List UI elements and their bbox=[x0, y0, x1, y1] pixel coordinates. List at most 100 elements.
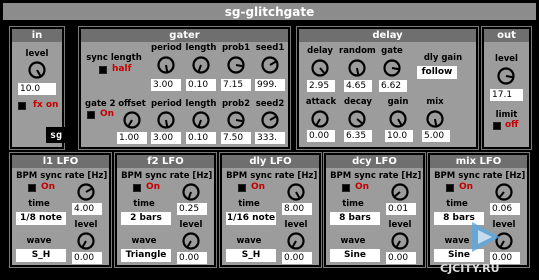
limit-checkbox[interactable] bbox=[493, 122, 501, 130]
rate-value[interactable]: 0.25 bbox=[177, 203, 207, 215]
knob-dial-icon bbox=[157, 56, 175, 74]
bpm-sync-checkbox[interactable] bbox=[238, 184, 246, 192]
level-label: level bbox=[179, 220, 203, 230]
time-select[interactable]: 1/16 note bbox=[226, 212, 276, 225]
bpm-sync-checkbox[interactable] bbox=[446, 184, 454, 192]
bpm-sync-label: BPM sync bbox=[434, 171, 480, 181]
rate-knob[interactable] bbox=[391, 183, 409, 201]
in-level-label: level bbox=[25, 49, 49, 59]
decay-knob[interactable] bbox=[348, 110, 366, 128]
knob-dial-icon bbox=[192, 56, 210, 74]
random-knob[interactable] bbox=[348, 59, 366, 77]
random-value[interactable]: 4.65 bbox=[344, 80, 372, 92]
gate-value[interactable]: 6.62 bbox=[379, 80, 407, 92]
bpm-sync-checkbox[interactable] bbox=[133, 184, 141, 192]
period-label: period bbox=[151, 43, 182, 53]
out-level-knob[interactable] bbox=[497, 67, 515, 85]
sync-length-checkbox[interactable] bbox=[99, 66, 107, 74]
time-select[interactable]: 2 bars bbox=[121, 212, 171, 225]
lfo-title: dly LFO bbox=[222, 155, 319, 168]
gate2-checkbox[interactable] bbox=[87, 111, 95, 119]
offset-value[interactable]: 1.00 bbox=[117, 132, 147, 144]
period2-value[interactable]: 3.00 bbox=[151, 132, 181, 144]
gate-label: gate bbox=[381, 46, 403, 56]
offset-knob[interactable] bbox=[123, 111, 141, 129]
length-value[interactable]: 0.10 bbox=[186, 79, 216, 91]
plugin-window: sg-glitchgate in level 10.0 fx on sg gat… bbox=[0, 0, 539, 280]
rate-knob[interactable] bbox=[287, 183, 305, 201]
attack-knob[interactable] bbox=[311, 110, 329, 128]
seed2-value[interactable]: 333. bbox=[255, 132, 285, 144]
length-knob[interactable] bbox=[192, 56, 210, 74]
random-label: random bbox=[339, 46, 376, 56]
level-knob[interactable] bbox=[182, 232, 200, 250]
out-panel: out level 17.1 limit off bbox=[481, 26, 532, 150]
level-value[interactable]: 0.00 bbox=[72, 252, 102, 264]
level-knob[interactable] bbox=[287, 232, 305, 250]
rate-value[interactable]: 0.06 bbox=[490, 203, 520, 215]
attack-label: attack bbox=[305, 97, 337, 107]
wave-select[interactable]: S_H bbox=[16, 249, 66, 262]
seed1-knob[interactable] bbox=[261, 56, 279, 74]
knob-dial-icon bbox=[28, 61, 46, 79]
out-level-value[interactable]: 17.1 bbox=[490, 89, 523, 101]
level-knob[interactable] bbox=[391, 232, 409, 250]
gater-panel-title: gater bbox=[81, 29, 288, 42]
time-label: time bbox=[238, 199, 260, 209]
seed2-knob[interactable] bbox=[261, 111, 279, 129]
time-label: time bbox=[28, 199, 50, 209]
level-knob[interactable] bbox=[77, 232, 95, 250]
level-value[interactable]: 0.00 bbox=[177, 252, 207, 264]
rate-value[interactable]: 0.01 bbox=[386, 203, 416, 215]
length2-value[interactable]: 0.10 bbox=[186, 132, 216, 144]
dly-gain-select[interactable]: follow bbox=[417, 66, 457, 79]
seed1-label: seed1 bbox=[255, 43, 285, 53]
knob-dial-icon bbox=[391, 183, 409, 201]
prob1-value[interactable]: 7.15 bbox=[221, 79, 251, 91]
rate-knob[interactable] bbox=[495, 183, 513, 201]
level-value[interactable]: 0.00 bbox=[386, 252, 416, 264]
rate-label: rate [Hz] bbox=[378, 171, 422, 181]
delay-knob[interactable] bbox=[311, 59, 329, 77]
delay-value[interactable]: 2.95 bbox=[307, 80, 335, 92]
bpm-sync-state: On bbox=[146, 182, 161, 192]
in-level-value[interactable]: 10.0 bbox=[18, 83, 56, 95]
bpm-sync-checkbox[interactable] bbox=[342, 184, 350, 192]
in-level-knob[interactable] bbox=[28, 61, 46, 79]
rate-value[interactable]: 4.00 bbox=[72, 203, 102, 215]
time-select[interactable]: 1/8 note bbox=[16, 212, 66, 225]
prob2-knob[interactable] bbox=[227, 111, 245, 129]
wave-select[interactable]: S_H bbox=[226, 249, 276, 262]
wave-label: wave bbox=[236, 236, 262, 246]
level-value[interactable]: 0.00 bbox=[282, 252, 312, 264]
period2-knob[interactable] bbox=[157, 111, 175, 129]
gain-knob[interactable] bbox=[389, 110, 407, 128]
mix-value[interactable]: 5.00 bbox=[422, 130, 450, 142]
prob2-value[interactable]: 7.50 bbox=[221, 132, 251, 144]
wave-select[interactable]: Triangle bbox=[121, 249, 171, 262]
prob1-label: prob1 bbox=[221, 43, 251, 53]
seed1-value[interactable]: 999. bbox=[255, 79, 285, 91]
period-knob[interactable] bbox=[157, 56, 175, 74]
decay-value[interactable]: 6.35 bbox=[344, 130, 372, 142]
lfo-title: dcy LFO bbox=[326, 155, 423, 168]
period-value[interactable]: 3.00 bbox=[151, 79, 181, 91]
knob-dial-icon bbox=[348, 110, 366, 128]
length2-knob[interactable] bbox=[192, 111, 210, 129]
prob1-knob[interactable] bbox=[227, 56, 245, 74]
bpm-sync-label: BPM sync bbox=[16, 171, 62, 181]
mix-knob[interactable] bbox=[426, 110, 444, 128]
gain-value[interactable]: 10.0 bbox=[385, 130, 413, 142]
fx-on-checkbox[interactable] bbox=[18, 102, 26, 110]
rate-knob[interactable] bbox=[77, 183, 95, 201]
knob-dial-icon bbox=[348, 59, 366, 77]
rate-knob[interactable] bbox=[182, 183, 200, 201]
attack-value[interactable]: 0.00 bbox=[307, 130, 335, 142]
rate-value[interactable]: 8.00 bbox=[282, 203, 312, 215]
knob-dial-icon bbox=[497, 67, 515, 85]
gate-knob[interactable] bbox=[383, 59, 401, 77]
bpm-sync-checkbox[interactable] bbox=[28, 184, 36, 192]
wave-select[interactable]: Sine bbox=[330, 249, 380, 262]
rate-label: rate [Hz] bbox=[482, 171, 526, 181]
time-select[interactable]: 8 bars bbox=[330, 212, 380, 225]
